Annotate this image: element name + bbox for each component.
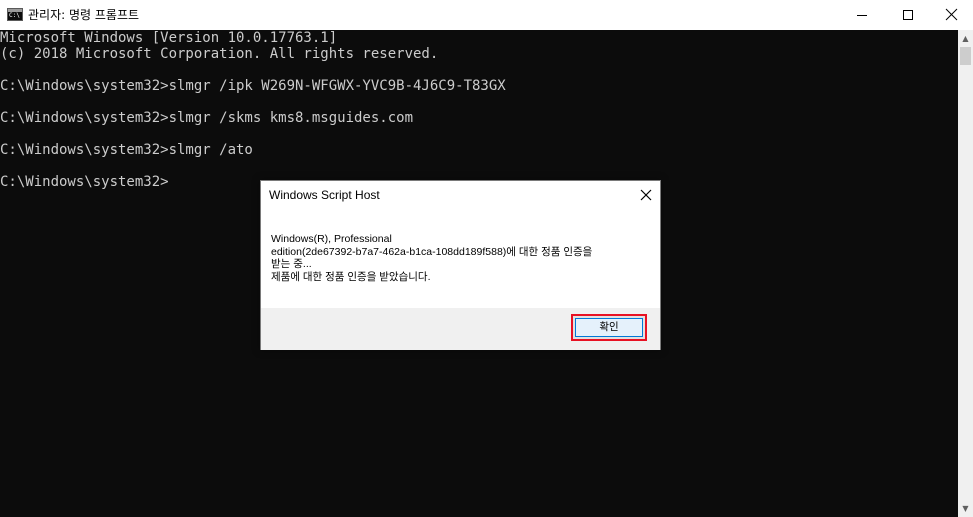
minimize-icon [857,15,867,16]
title-bar[interactable]: C:\ 관리자: 명령 프롬프트 [0,0,973,30]
console-line: C:\Windows\system32>slmgr /ato [0,142,253,158]
message-line: 받는 중... [271,258,312,270]
scroll-thumb[interactable] [960,47,971,65]
dialog-message: Windows(R), Professional edition(2de6739… [271,233,643,283]
message-line: 제품에 대한 정품 인증을 받았습니다. [271,270,431,283]
minimize-button[interactable] [839,0,885,30]
maximize-button[interactable] [885,0,931,30]
window-title: 관리자: 명령 프롬프트 [28,8,140,22]
scroll-down-arrow-icon[interactable]: ▼ [958,500,973,517]
console-line: (c) 2018 Microsoft Corporation. All righ… [0,46,439,62]
cmd-icon: C:\ [7,8,23,21]
scroll-up-arrow-icon[interactable]: ▲ [958,30,973,47]
ok-button-label: 확인 [575,318,643,337]
dialog-close-button[interactable] [631,181,661,209]
dialog-title: Windows Script Host [269,188,380,202]
vertical-scrollbar[interactable]: ▲ ▼ [958,30,973,517]
console-line: C:\Windows\system32>slmgr /ipk W269N-WFG… [0,78,506,94]
message-line: edition(2de67392-b7a7-462a-b1ca-108dd189… [271,245,593,258]
close-icon [945,8,958,21]
dialog-footer: 확인 [261,308,660,350]
maximize-icon [903,10,913,20]
console-prompt: C:\Windows\system32> [0,174,169,190]
command-prompt-window: C:\ 관리자: 명령 프롬프트 Microsoft Windows [Vers… [0,0,973,517]
message-line: Windows(R), Professional [271,233,392,245]
console-line: C:\Windows\system32>slmgr /skms kms8.msg… [0,110,414,126]
console-line: Microsoft Windows [Version 10.0.17763.1] [0,30,338,46]
close-button[interactable] [931,0,973,30]
script-host-dialog: Windows Script Host Windows(R), Professi… [260,180,661,350]
ok-button[interactable]: 확인 [571,314,647,341]
close-icon [640,189,652,201]
